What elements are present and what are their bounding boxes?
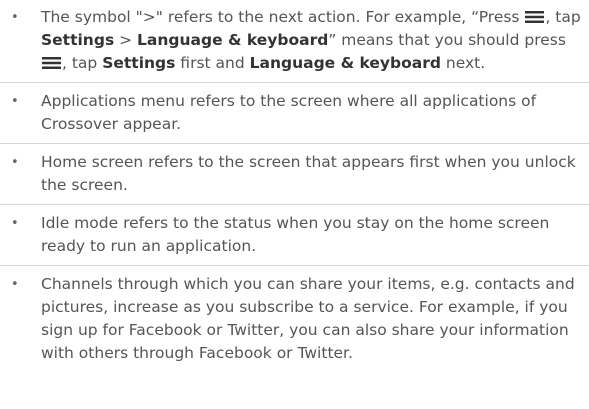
item-text: Channels through which you can share you… <box>41 275 575 362</box>
text-segment: first and <box>175 54 250 72</box>
text-segment: next. <box>440 54 486 72</box>
bullet-dot: • <box>11 277 19 292</box>
bullet-dot: • <box>11 155 19 170</box>
list-item-applications-menu: • Applications menu refers to the screen… <box>0 82 589 136</box>
language-keyboard-term: Language & keyboard <box>249 54 441 72</box>
menu-icon <box>42 57 61 69</box>
text-segment: The symbol ">" refers to the next action… <box>41 8 525 26</box>
convention-list: • The symbol ">" refers to the next acti… <box>0 6 589 365</box>
text-segment: ” means that you should press <box>328 31 566 49</box>
manual-page: • The symbol ">" refers to the next acti… <box>0 6 589 365</box>
text-segment: , tap <box>545 8 581 26</box>
list-item-idle-mode: • Idle mode refers to the status when yo… <box>0 204 589 258</box>
text-segment: , tap <box>62 54 103 72</box>
item-text: Home screen refers to the screen that ap… <box>41 153 576 194</box>
item-text: Idle mode refers to the status when you … <box>41 214 550 255</box>
bullet-dot: • <box>11 94 19 109</box>
settings-term: Settings <box>102 54 176 72</box>
item-text: Applications menu refers to the screen w… <box>41 92 537 133</box>
language-keyboard-term: Language & keyboard <box>137 31 329 49</box>
text-segment: > <box>114 31 138 49</box>
item-text: The symbol ">" refers to the next action… <box>41 8 581 72</box>
list-item-home-screen: • Home screen refers to the screen that … <box>0 143 589 197</box>
bullet-dot: • <box>11 216 19 231</box>
settings-term: Settings <box>41 31 115 49</box>
menu-icon <box>525 11 545 23</box>
list-item-share-channels: • Channels through which you can share y… <box>0 265 589 365</box>
list-item-symbol-convention: • The symbol ">" refers to the next acti… <box>0 6 589 75</box>
bullet-dot: • <box>11 10 19 25</box>
